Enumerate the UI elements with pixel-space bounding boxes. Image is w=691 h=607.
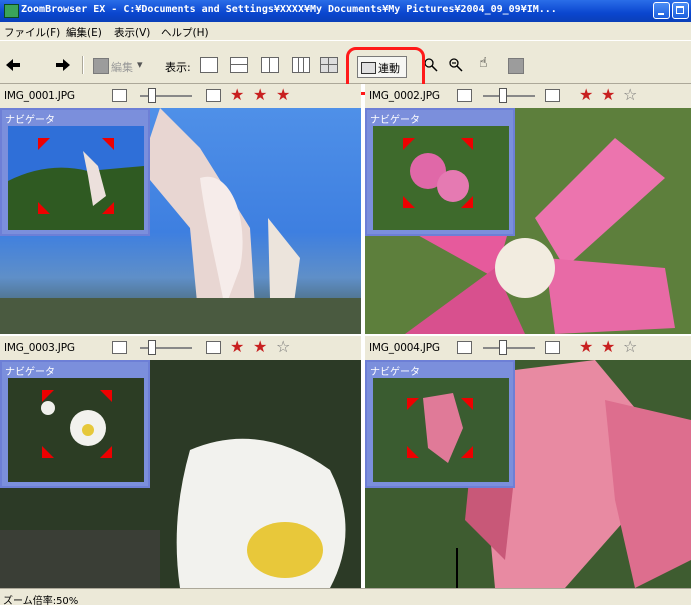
navigator-thumbnail[interactable] [373,126,509,230]
zoom-slider[interactable] [483,95,535,97]
star-icon[interactable]: ★ [253,337,267,356]
panel-filename: IMG_0001.JPG [4,90,75,102]
navigator-label: ナビゲータ [5,367,55,378]
display-label: 表示: [165,61,191,74]
star-icon[interactable]: ★ [253,85,267,104]
fullscreen-icon[interactable] [508,58,524,74]
layout-three-column-icon[interactable] [292,57,310,73]
image-panel-2: IMG_0002.JPG ★ ★ ☆ ナビゲータ [365,84,691,334]
app-icon [4,4,19,18]
zoom-slider-knob[interactable] [148,88,156,103]
layout-grid-icon[interactable] [320,57,338,73]
layout-horizontal-split-icon[interactable] [230,57,248,73]
fit-window-icon[interactable] [112,341,127,354]
star-icon[interactable]: ★ [230,85,244,104]
panel-filename: IMG_0004.JPG [369,342,440,354]
navigator-thumbnail[interactable] [373,378,509,482]
toolbar-separator [82,56,84,74]
navigator-panel[interactable]: ナビゲータ [365,360,515,488]
window-title: ZoomBrowser EX - C:¥Documents and Settin… [21,4,557,15]
zoom-in-icon[interactable] [424,58,438,72]
navigator-thumbnail[interactable] [8,126,144,230]
actual-size-icon[interactable] [545,341,560,354]
link-label: 連動 [378,62,400,75]
navigator-label: ナビゲータ [370,115,420,126]
image-view-3[interactable]: ナビゲータ [0,360,361,588]
menu-help[interactable]: ヘルプ(H) [161,25,209,40]
actual-size-icon[interactable] [206,341,221,354]
navigator-panel[interactable]: ナビゲータ [0,360,150,488]
star-icon[interactable]: ★ [230,337,244,356]
toolbar: 編集 ▾ 表示: 連動 ☝ [0,40,691,84]
menu-file[interactable]: ファイル(F) [4,25,60,40]
panel-header: IMG_0003.JPG ★ ★ ☆ [0,336,361,360]
hand-icon[interactable]: ☝ [479,55,488,71]
star-icon[interactable]: ★ [601,85,615,104]
back-arrow-icon[interactable] [6,59,20,71]
edit-dropdown-icon[interactable]: ▾ [137,58,143,71]
zoom-slider-knob[interactable] [499,88,507,103]
maximize-button[interactable] [672,2,689,19]
navigator-label: ナビゲータ [5,115,55,126]
image-view-1[interactable]: ナビゲータ [0,108,361,334]
star-icon[interactable]: ☆ [623,337,637,356]
image-panel-4: IMG_0004.JPG ★ ★ ☆ ナビゲータ [365,336,691,588]
zoom-slider-knob[interactable] [148,340,156,355]
star-icon[interactable]: ★ [579,85,593,104]
zoom-slider[interactable] [483,347,535,349]
panel-header: IMG_0002.JPG ★ ★ ☆ [365,84,691,108]
navigator-thumbnail[interactable] [8,378,144,482]
panel-filename: IMG_0003.JPG [4,342,75,354]
menu-view[interactable]: 表示(V) [114,25,150,40]
star-icon[interactable]: ★ [276,85,290,104]
image-view-4[interactable]: ナビゲータ [365,360,691,588]
fit-window-icon[interactable] [112,89,127,102]
panel-header: IMG_0004.JPG ★ ★ ☆ [365,336,691,360]
star-icon[interactable]: ★ [601,337,615,356]
fit-window-icon[interactable] [457,89,472,102]
panel-header: IMG_0001.JPG ★ ★ ★ [0,84,361,108]
minimize-icon [658,13,664,15]
layout-single-icon[interactable] [200,57,218,73]
image-view-2[interactable]: ナビゲータ [365,108,691,334]
image-panel-3: IMG_0003.JPG ★ ★ ☆ ナビゲータ [0,336,361,588]
actual-size-icon[interactable] [545,89,560,102]
menu-edit[interactable]: 編集(E) [66,25,102,40]
menu-bar: ファイル(F) 編集(E) 表示(V) ヘルプ(H) [0,22,691,40]
star-icon[interactable]: ☆ [276,337,290,356]
navigator-label: ナビゲータ [370,367,420,378]
link-icon [361,62,376,74]
star-icon[interactable]: ★ [579,337,593,356]
navigator-panel[interactable]: ナビゲータ [0,108,150,236]
star-icon[interactable]: ☆ [623,85,637,104]
navigator-panel[interactable]: ナビゲータ [365,108,515,236]
zoom-slider-knob[interactable] [499,340,507,355]
actual-size-icon[interactable] [206,89,221,102]
forward-arrow-icon[interactable] [56,59,70,71]
panel-filename: IMG_0002.JPG [369,90,440,102]
link-toggle-button[interactable]: 連動 [357,56,407,78]
zoom-out-icon[interactable] [449,58,463,72]
image-panel-1: IMG_0001.JPG ★ ★ ★ ナビゲータ [0,84,361,334]
layout-vertical-split-icon[interactable] [261,57,279,73]
edit-button[interactable]: 編集 [111,59,133,75]
title-bar: ZoomBrowser EX - C:¥Documents and Settin… [0,0,691,22]
maximize-icon [676,6,684,14]
edit-icon [93,58,109,74]
status-bar: ズーム倍率:50% [0,588,691,607]
fit-window-icon[interactable] [457,341,472,354]
minimize-button[interactable] [653,2,670,19]
